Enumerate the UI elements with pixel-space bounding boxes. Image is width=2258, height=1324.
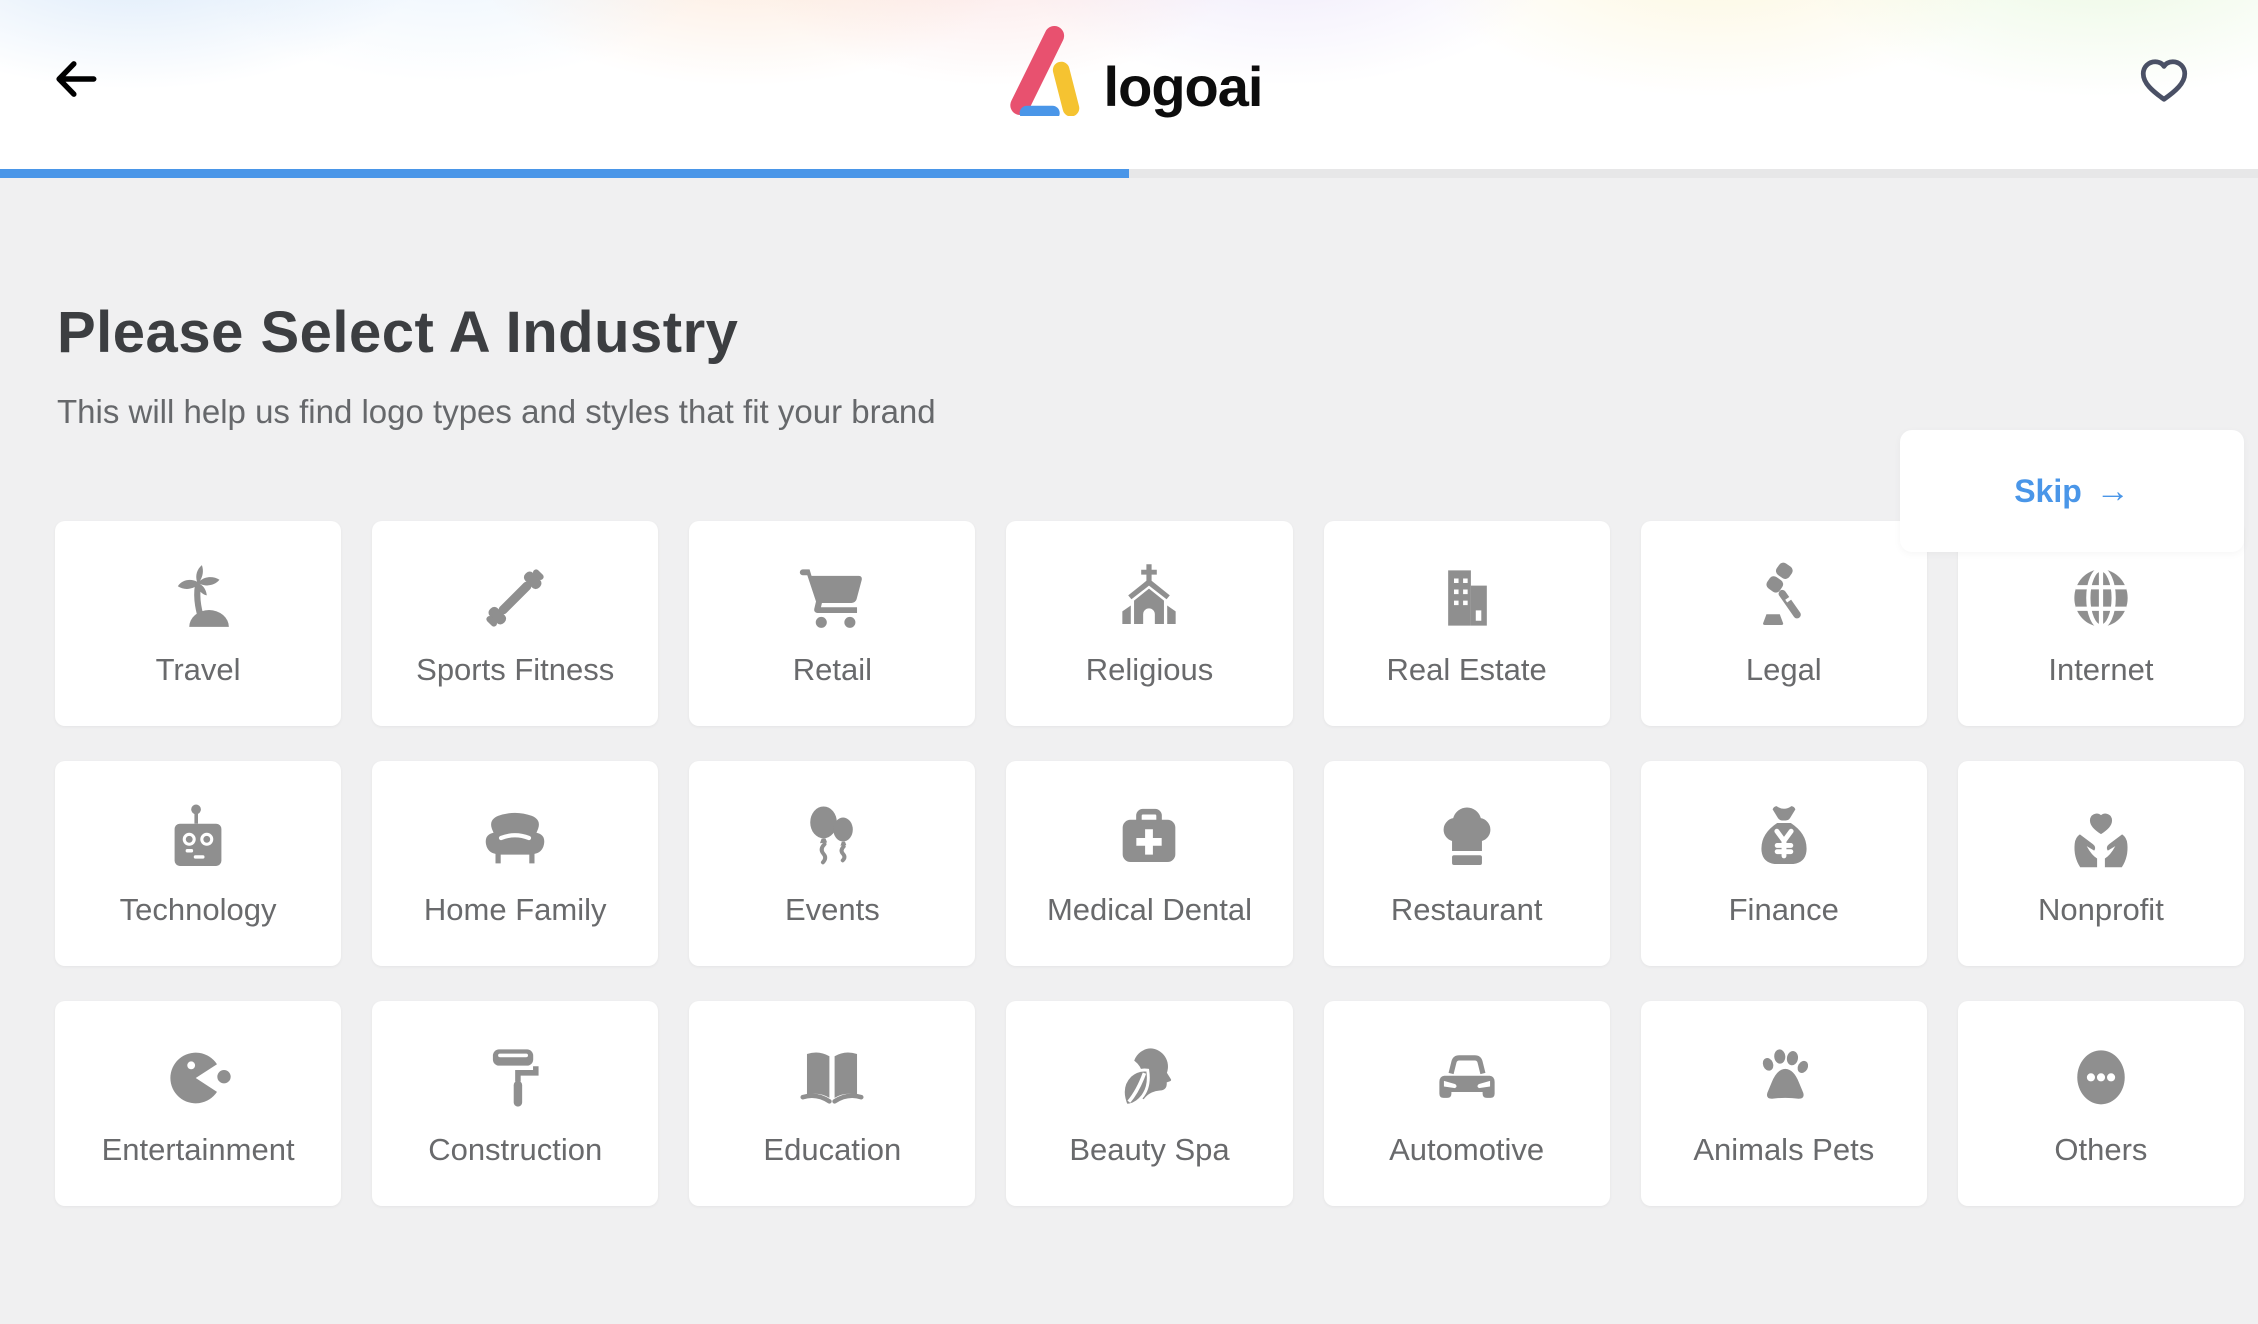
industry-card-label: Home Family bbox=[424, 892, 607, 928]
industry-card-label: Sports Fitness bbox=[416, 652, 614, 688]
industry-card-nonprofit[interactable]: Nonprofit bbox=[1958, 761, 2244, 966]
header: logoai bbox=[0, 0, 2258, 169]
robot-icon bbox=[159, 799, 237, 877]
industry-card-construction[interactable]: Construction bbox=[372, 1001, 658, 1206]
progress-fill bbox=[0, 169, 1129, 178]
dumbbell-icon bbox=[476, 559, 554, 637]
industry-card-home-family[interactable]: Home Family bbox=[372, 761, 658, 966]
industry-card-label: Medical Dental bbox=[1047, 892, 1252, 928]
buildings-icon bbox=[1428, 559, 1506, 637]
armchair-icon bbox=[476, 799, 554, 877]
church-icon bbox=[1110, 559, 1188, 637]
industry-card-events[interactable]: Events bbox=[689, 761, 975, 966]
heart-icon bbox=[2134, 49, 2194, 112]
industry-card-label: Finance bbox=[1729, 892, 1839, 928]
open-book-icon bbox=[793, 1039, 871, 1117]
arrow-right-icon: → bbox=[2096, 472, 2130, 511]
skip-button[interactable]: Skip → bbox=[1900, 430, 2244, 552]
skip-label: Skip bbox=[2014, 473, 2082, 510]
industry-card-beauty-spa[interactable]: Beauty Spa bbox=[1006, 1001, 1292, 1206]
industry-card-label: Legal bbox=[1746, 652, 1822, 688]
page-title: Please Select A Industry bbox=[57, 300, 2244, 367]
industry-card-real-estate[interactable]: Real Estate bbox=[1324, 521, 1610, 726]
hands-heart-icon bbox=[2062, 799, 2140, 877]
industry-card-label: Restaurant bbox=[1391, 892, 1543, 928]
industry-card-label: Construction bbox=[428, 1132, 602, 1168]
logoai-mark-icon bbox=[996, 26, 1094, 121]
arrow-left-icon bbox=[50, 53, 102, 108]
pacman-icon bbox=[159, 1039, 237, 1117]
industry-card-entertainment[interactable]: Entertainment bbox=[55, 1001, 341, 1206]
industry-card-legal[interactable]: Legal bbox=[1641, 521, 1927, 726]
industry-card-label: Nonprofit bbox=[2038, 892, 2164, 928]
industry-card-label: Internet bbox=[2048, 652, 2153, 688]
car-icon bbox=[1428, 1039, 1506, 1117]
industry-card-travel[interactable]: Travel bbox=[55, 521, 341, 726]
industry-card-medical-dental[interactable]: Medical Dental bbox=[1006, 761, 1292, 966]
industry-card-restaurant[interactable]: Restaurant bbox=[1324, 761, 1610, 966]
logoai-wordmark: logoai bbox=[1104, 59, 1263, 121]
money-bag-icon bbox=[1745, 799, 1823, 877]
industry-card-others[interactable]: Others bbox=[1958, 1001, 2244, 1206]
chef-hat-icon bbox=[1428, 799, 1506, 877]
page-subtitle: This will help us find logo types and st… bbox=[57, 393, 2244, 431]
balloons-icon bbox=[793, 799, 871, 877]
main-content: Please Select A Industry This will help … bbox=[0, 300, 2258, 1206]
industry-card-label: Animals Pets bbox=[1693, 1132, 1874, 1168]
paint-roller-icon bbox=[476, 1039, 554, 1117]
industry-card-religious[interactable]: Religious bbox=[1006, 521, 1292, 726]
industry-card-label: Religious bbox=[1086, 652, 1214, 688]
globe-icon bbox=[2062, 559, 2140, 637]
industry-card-label: Automotive bbox=[1389, 1132, 1544, 1168]
industry-card-label: Real Estate bbox=[1387, 652, 1547, 688]
industry-card-animals-pets[interactable]: Animals Pets bbox=[1641, 1001, 1927, 1206]
industry-card-label: Retail bbox=[793, 652, 872, 688]
palm-tree-island-icon bbox=[159, 559, 237, 637]
industry-card-finance[interactable]: Finance bbox=[1641, 761, 1927, 966]
gavel-icon bbox=[1745, 559, 1823, 637]
industry-card-education[interactable]: Education bbox=[689, 1001, 975, 1206]
industry-card-retail[interactable]: Retail bbox=[689, 521, 975, 726]
industry-card-label: Entertainment bbox=[102, 1132, 295, 1168]
industry-card-label: Technology bbox=[120, 892, 277, 928]
industry-card-technology[interactable]: Technology bbox=[55, 761, 341, 966]
industry-card-sports-fitness[interactable]: Sports Fitness bbox=[372, 521, 658, 726]
industry-card-label: Events bbox=[785, 892, 880, 928]
industry-card-label: Travel bbox=[156, 652, 241, 688]
first-aid-kit-icon bbox=[1110, 799, 1188, 877]
ellipsis-icon bbox=[2062, 1039, 2140, 1117]
back-button[interactable] bbox=[48, 52, 104, 108]
favorites-button[interactable] bbox=[2132, 48, 2196, 112]
progress-bar bbox=[0, 169, 2258, 178]
paw-icon bbox=[1745, 1039, 1823, 1117]
industry-grid: Travel Sports Fitness Retail Religious Real … bbox=[55, 521, 2244, 1206]
industry-card-label: Others bbox=[2054, 1132, 2147, 1168]
industry-card-label: Education bbox=[763, 1132, 901, 1168]
shopping-cart-icon bbox=[793, 559, 871, 637]
woman-leaf-icon bbox=[1110, 1039, 1188, 1117]
industry-card-label: Beauty Spa bbox=[1069, 1132, 1229, 1168]
industry-card-automotive[interactable]: Automotive bbox=[1324, 1001, 1610, 1206]
logoai-logo[interactable]: logoai bbox=[996, 26, 1263, 121]
